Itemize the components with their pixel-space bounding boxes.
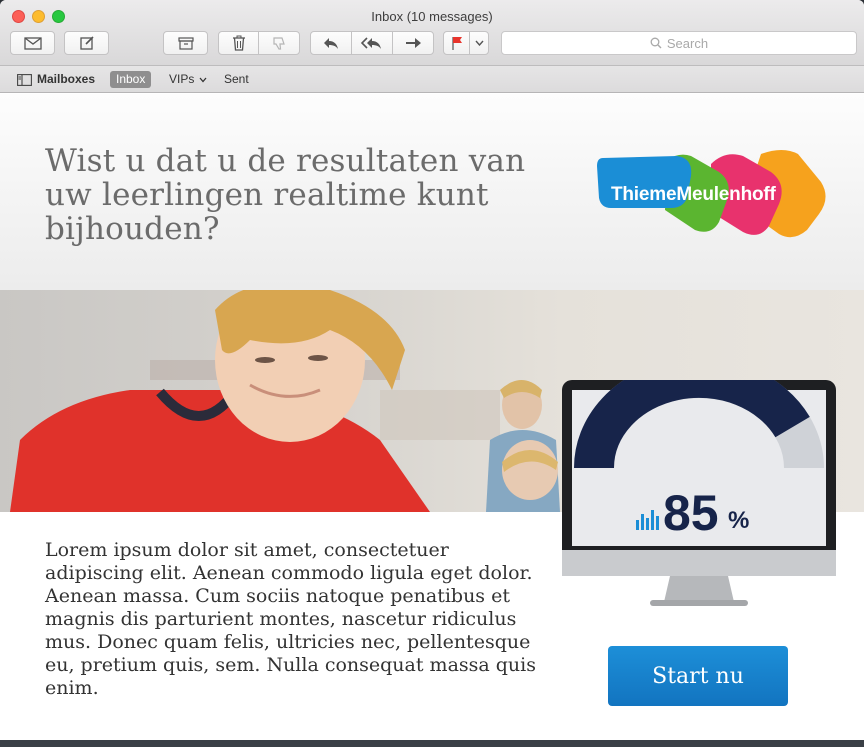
compose-icon: [79, 36, 94, 50]
archive-icon: [177, 36, 194, 50]
flag-button[interactable]: [443, 31, 470, 55]
junk-button[interactable]: [258, 31, 300, 55]
forward-button[interactable]: [392, 31, 434, 55]
gauge-unit: %: [728, 507, 749, 534]
email-header: Wist u dat u de resultaten van uw leerli…: [0, 94, 864, 290]
start-now-button[interactable]: Start nu: [608, 646, 788, 706]
search-placeholder: Search: [666, 35, 709, 51]
mail-window: Inbox (10 messages) Search Mailboxes Inb…: [0, 0, 864, 747]
logo-text: ThiemeMeulenhoff: [611, 184, 776, 205]
gauge-display: 85 %: [562, 357, 836, 606]
reply-all-icon: [361, 37, 381, 49]
message-content: Wist u dat u de resultaten van uw leerli…: [0, 94, 864, 747]
thumbs-down-icon: [273, 36, 285, 50]
title-bar: Inbox (10 messages) Search: [0, 0, 864, 66]
get-mail-button[interactable]: [10, 31, 55, 55]
search-icon: [650, 37, 662, 49]
reply-button[interactable]: [310, 31, 352, 55]
mailboxes-toggle[interactable]: Mailboxes: [17, 71, 95, 88]
sent-label: Sent: [224, 72, 249, 86]
brand-logo[interactable]: ThiemeMeulenhoff: [593, 146, 833, 242]
favorites-bar: Mailboxes Inbox VIPs Sent: [0, 66, 864, 93]
monitor-graphic: 85 %: [560, 357, 838, 612]
favorite-sent[interactable]: Sent: [224, 71, 249, 88]
vips-label: VIPs: [169, 72, 195, 86]
envelope-icon: [23, 36, 42, 50]
reply-all-button[interactable]: [351, 31, 393, 55]
inbox-label: Inbox: [116, 72, 146, 86]
reply-icon: [324, 38, 338, 49]
trash-button[interactable]: [218, 31, 259, 55]
flag-menu-button[interactable]: [469, 31, 489, 55]
gauge-value: 85: [663, 485, 719, 541]
chevron-down-icon: [199, 77, 207, 82]
email-body-text: Lorem ipsum dolor sit amet, consectetuer…: [45, 539, 536, 699]
email-headline: Wist u dat u de resultaten van uw leerli…: [45, 143, 526, 247]
archive-button[interactable]: [163, 31, 208, 55]
forward-icon: [406, 38, 421, 48]
favorite-inbox[interactable]: Inbox: [110, 71, 152, 88]
window-title: Inbox (10 messages): [371, 9, 493, 24]
desktop-edge: [0, 740, 864, 747]
favorite-vips[interactable]: VIPs: [169, 71, 207, 88]
search-field[interactable]: Search: [501, 31, 857, 55]
compose-button[interactable]: [64, 31, 109, 55]
flag-icon: [451, 37, 462, 50]
trash-icon: [232, 35, 245, 51]
chevron-down-icon: [474, 40, 484, 46]
mailboxes-label: Mailboxes: [37, 72, 96, 86]
sidebar-icon: [17, 73, 32, 86]
